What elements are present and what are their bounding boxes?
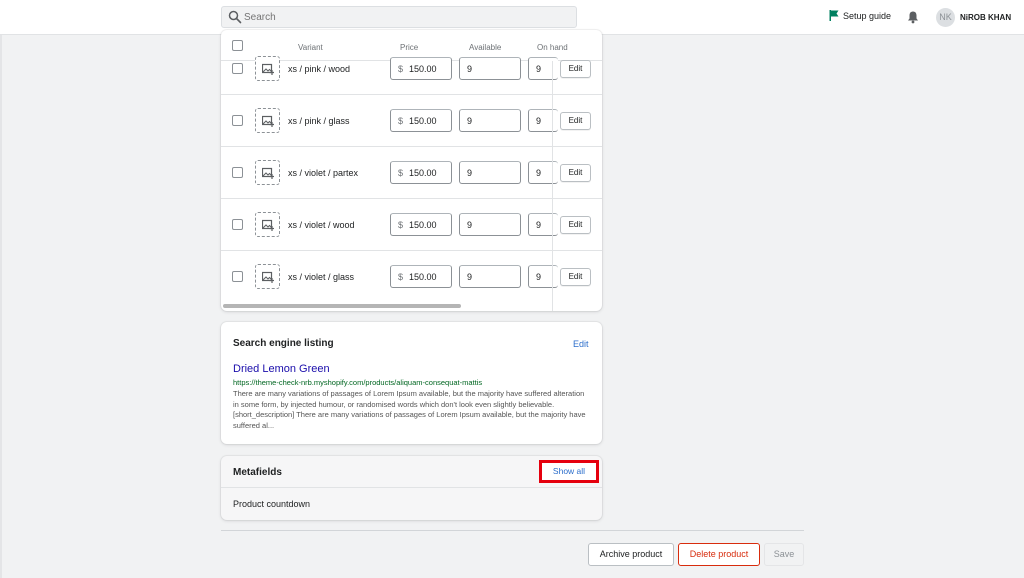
- variant-row: xs / violet / wood $150.00 9 9 Edit: [221, 199, 602, 251]
- archive-product-button[interactable]: Archive product: [588, 543, 674, 566]
- sticky-column-divider: [552, 61, 553, 311]
- edit-variant-button[interactable]: Edit: [560, 268, 591, 286]
- flag-icon: [829, 10, 839, 21]
- variant-checkbox[interactable]: [232, 167, 243, 178]
- variant-checkbox[interactable]: [232, 115, 243, 126]
- add-image-icon: [262, 271, 274, 283]
- edit-variant-button[interactable]: Edit: [560, 112, 591, 130]
- save-button[interactable]: Save: [764, 543, 804, 566]
- on-hand-input[interactable]: 9: [528, 109, 558, 132]
- variant-image-placeholder[interactable]: [255, 56, 280, 81]
- price-input[interactable]: $150.00: [390, 161, 452, 184]
- variant-checkbox[interactable]: [232, 271, 243, 282]
- metafields-card: Metafields Show all Product countdown: [221, 456, 602, 520]
- setup-guide-button[interactable]: Setup guide: [829, 10, 891, 21]
- edit-variant-button[interactable]: Edit: [560, 216, 591, 234]
- variant-checkbox[interactable]: [232, 219, 243, 230]
- metafields-header: Metafields Show all: [221, 456, 602, 488]
- price-input[interactable]: $150.00: [390, 213, 452, 236]
- add-image-icon: [262, 219, 274, 231]
- variant-image-placeholder[interactable]: [255, 108, 280, 133]
- setup-guide-label: Setup guide: [843, 10, 892, 21]
- variant-image-placeholder[interactable]: [255, 212, 280, 237]
- variants-card: Variant Price Available On hand xs / pin…: [221, 30, 602, 311]
- footer-divider: [221, 530, 804, 531]
- variant-image-placeholder[interactable]: [255, 264, 280, 289]
- variant-row: xs / pink / glass $150.00 9 9 Edit: [221, 95, 602, 147]
- bell-icon[interactable]: [906, 10, 920, 24]
- horizontal-scrollbar[interactable]: [223, 304, 461, 308]
- variant-row: xs / violet / partex $150.00 9 9 Edit: [221, 147, 602, 199]
- seo-preview-description: There are many variations of passages of…: [233, 389, 586, 430]
- show-all-button[interactable]: Show all: [539, 460, 599, 483]
- edit-variant-button[interactable]: Edit: [560, 164, 591, 182]
- variant-name: xs / pink / glass: [288, 116, 350, 126]
- user-name[interactable]: NiROB KHAN: [960, 13, 1011, 22]
- seo-edit-link[interactable]: Edit: [573, 339, 589, 349]
- variant-row: xs / violet / glass $150.00 9 9 Edit: [221, 251, 602, 303]
- available-input[interactable]: 9: [459, 109, 521, 132]
- variant-name: xs / violet / glass: [288, 272, 355, 282]
- price-input[interactable]: $150.00: [390, 57, 452, 80]
- delete-product-button[interactable]: Delete product: [678, 543, 760, 566]
- variant-image-placeholder[interactable]: [255, 160, 280, 185]
- available-input[interactable]: 9: [459, 57, 521, 80]
- variant-name: xs / violet / wood: [288, 220, 355, 230]
- search-bar[interactable]: [221, 6, 577, 28]
- page-left-edge: [0, 35, 2, 578]
- available-input[interactable]: 9: [459, 213, 521, 236]
- on-hand-input[interactable]: 9: [528, 57, 558, 80]
- seo-card-title: Search engine listing: [233, 338, 334, 349]
- variant-name: xs / violet / partex: [288, 168, 359, 178]
- search-icon: [228, 10, 242, 24]
- metafields-title: Metafields: [233, 467, 282, 478]
- on-hand-input[interactable]: 9: [528, 213, 558, 236]
- seo-preview-url: https://theme-check-nrb.myshopify.com/pr…: [233, 378, 483, 387]
- variant-checkbox[interactable]: [232, 63, 243, 74]
- add-image-icon: [262, 167, 274, 179]
- metafield-item[interactable]: Product countdown: [233, 499, 310, 509]
- available-input[interactable]: 9: [459, 161, 521, 184]
- variant-row: xs / pink / wood $150.00 9 9 Edit: [221, 43, 602, 95]
- avatar[interactable]: NK: [936, 8, 955, 27]
- seo-preview-title: Dried Lemon Green: [233, 363, 330, 375]
- on-hand-input[interactable]: 9: [528, 161, 558, 184]
- search-input[interactable]: [244, 9, 564, 25]
- variant-name: xs / pink / wood: [288, 64, 351, 74]
- on-hand-input[interactable]: 9: [528, 265, 558, 288]
- price-input[interactable]: $150.00: [390, 109, 452, 132]
- available-input[interactable]: 9: [459, 265, 521, 288]
- add-image-icon: [262, 63, 274, 75]
- price-input[interactable]: $150.00: [390, 265, 452, 288]
- edit-variant-button[interactable]: Edit: [560, 60, 591, 78]
- add-image-icon: [262, 115, 274, 127]
- search-engine-listing-card: Search engine listing Edit Dried Lemon G…: [221, 322, 602, 444]
